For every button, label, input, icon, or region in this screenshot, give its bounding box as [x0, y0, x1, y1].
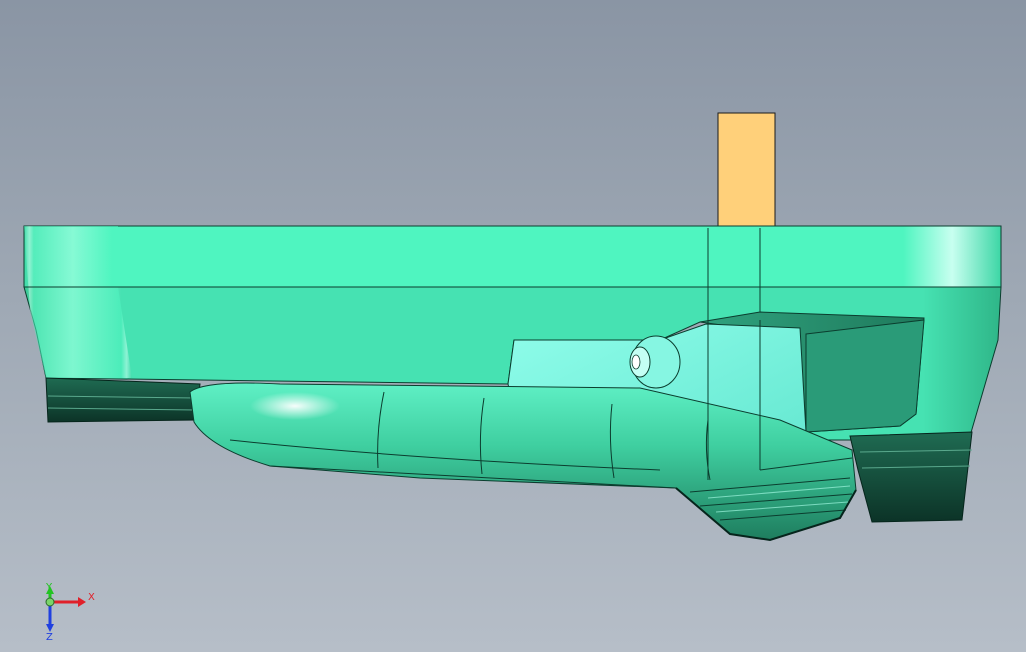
y-axis-label: Y	[45, 582, 53, 593]
x-axis-label: X	[88, 592, 95, 603]
orange-tab[interactable]	[717, 112, 776, 229]
3d-model[interactable]	[0, 0, 1026, 652]
left-bottom-ledge	[45, 377, 201, 423]
graphics-viewport[interactable]: X Y Z	[0, 0, 1026, 652]
coordinate-triad: X Y Z	[45, 582, 95, 643]
left-rounded-edge	[24, 226, 132, 378]
right-bottom-ledge	[849, 431, 973, 523]
z-axis-label: Z	[46, 632, 53, 643]
hull-highlight	[250, 392, 340, 420]
main-body-top-face[interactable]	[23, 225, 1002, 288]
